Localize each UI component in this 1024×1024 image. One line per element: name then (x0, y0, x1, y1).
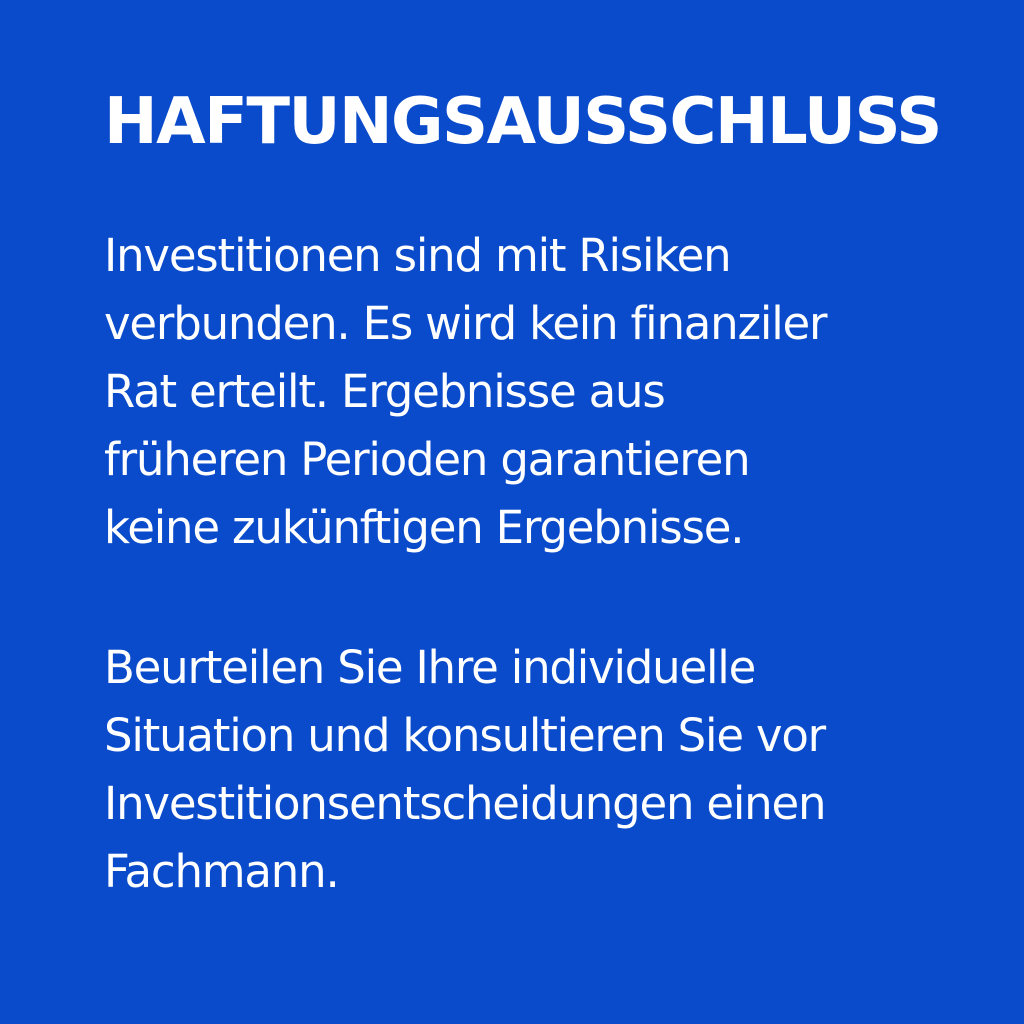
paragraph-line: Situation und konsultieren Sie vor (104, 709, 826, 762)
paragraph-line: Rat erteilt. Ergebnisse aus (104, 365, 666, 418)
paragraph-line: Investitionsentscheidungen einen (104, 777, 826, 830)
paragraph-line: Fachmann. (104, 845, 340, 898)
paragraph-line: früheren Perioden garantieren (104, 433, 751, 486)
paragraph-line: verbunden. Es wird kein finanziler (104, 297, 828, 350)
disclaimer-page: HAFTUNGSAUSSCHLUSS Investitionen sind mi… (0, 0, 1024, 1024)
paragraph-line: Beurteilen Sie Ihre individuelle (104, 641, 756, 694)
paragraph-line: keine zukünftigen Ergebnisse. (104, 501, 745, 554)
disclaimer-paragraph-advice: Beurteilen Sie Ihre individuelle Situati… (104, 634, 826, 906)
paragraph-line: Investitionen sind mit Risiken (104, 229, 732, 282)
disclaimer-paragraph-risk: Investitionen sind mit Risiken verbunden… (104, 222, 828, 562)
page-title: HAFTUNGSAUSSCHLUSS (104, 85, 942, 159)
